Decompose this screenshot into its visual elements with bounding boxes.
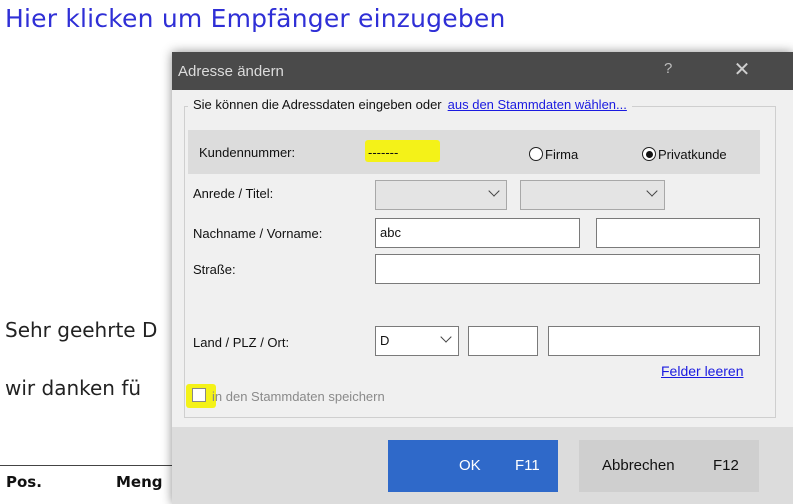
close-icon[interactable]: ✕ — [727, 56, 757, 84]
salutation-label: Anrede / Titel: — [193, 186, 274, 201]
document-heading[interactable]: Hier klicken um Empfänger einzugeben — [5, 4, 506, 33]
address-dialog: Adresse ändern ? ✕ Sie können die Adress… — [172, 52, 793, 504]
salutation-select[interactable] — [375, 180, 507, 210]
ok-button-key: F11 — [515, 457, 540, 474]
cancel-button-key: F12 — [713, 457, 739, 474]
chevron-down-icon — [646, 185, 658, 197]
document-salutation: Sehr geehrte D — [5, 318, 158, 342]
save-to-master-data-checkbox[interactable] — [192, 388, 206, 402]
dialog-titlebar[interactable]: Adresse ändern ? ✕ — [172, 52, 793, 90]
ok-button[interactable]: OK F11 — [388, 440, 558, 492]
dialog-title: Adresse ändern — [178, 63, 284, 80]
country-select[interactable]: D — [375, 326, 459, 356]
customer-number-value: ------- — [368, 145, 399, 160]
groupbox-legend: Sie können die Adressdaten eingeben oder… — [188, 97, 632, 112]
street-label: Straße: — [193, 262, 236, 277]
save-to-master-data-label[interactable]: in den Stammdaten speichern — [212, 389, 385, 404]
intro-text: Sie können die Adressdaten eingeben oder — [193, 97, 442, 112]
radio-firma[interactable] — [529, 147, 543, 161]
chevron-down-icon — [440, 331, 452, 343]
zip-input[interactable] — [468, 326, 538, 356]
lastname-input[interactable]: abc — [375, 218, 580, 248]
customer-number-label: Kundennummer: — [199, 145, 296, 160]
clear-fields-link[interactable]: Felder leeren — [661, 363, 744, 379]
name-label: Nachname / Vorname: — [193, 226, 323, 241]
country-value: D — [380, 333, 390, 348]
radio-privatkunde[interactable] — [642, 147, 656, 161]
choose-from-master-data-link[interactable]: aus den Stammdaten wählen... — [448, 97, 627, 112]
city-input[interactable] — [548, 326, 760, 356]
firstname-input[interactable] — [596, 218, 760, 248]
ok-button-label: OK — [459, 457, 481, 474]
title-select[interactable] — [520, 180, 665, 210]
radio-privatkunde-label[interactable]: Privatkunde — [658, 147, 727, 162]
table-header-pos: Pos. — [6, 473, 42, 491]
cancel-button-label: Abbrechen — [602, 457, 675, 474]
street-input[interactable] — [375, 254, 760, 284]
table-header-menge: Meng — [116, 473, 163, 491]
document-text-line: wir danken fü — [5, 376, 142, 400]
radio-firma-label[interactable]: Firma — [545, 147, 578, 162]
country-zip-city-label: Land / PLZ / Ort: — [193, 335, 290, 350]
chevron-down-icon — [488, 185, 500, 197]
cancel-button[interactable]: Abbrechen F12 — [579, 440, 759, 492]
help-icon[interactable]: ? — [664, 60, 672, 77]
